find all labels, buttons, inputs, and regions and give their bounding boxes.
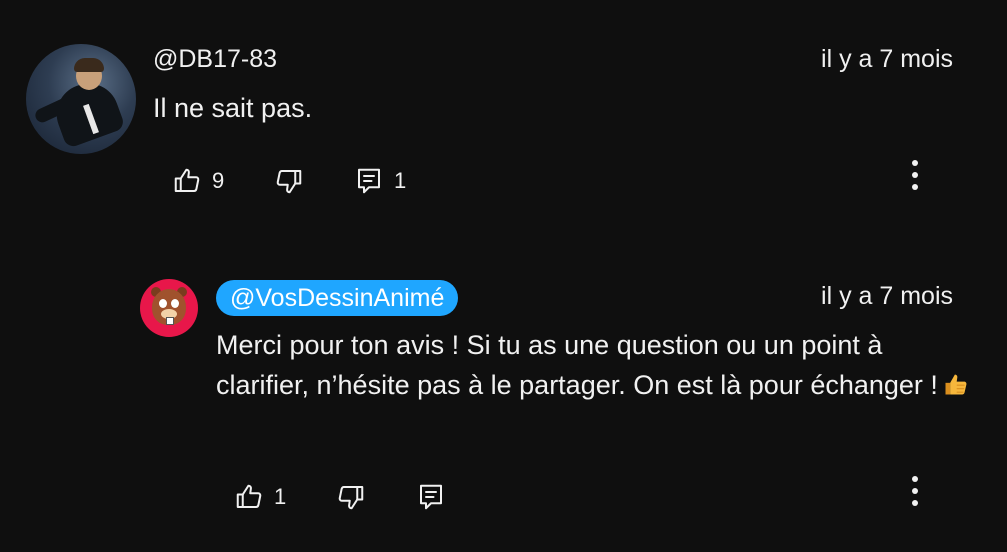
comment-actions: 9 1 (172, 164, 406, 198)
thumbs-down-icon (338, 486, 364, 510)
reply-button[interactable] (416, 480, 446, 514)
like-button[interactable]: 9 (172, 164, 274, 198)
like-count: 9 (212, 168, 225, 193)
thumbs-up-emoji (945, 374, 967, 395)
more-actions-button[interactable] (910, 476, 920, 516)
thumbs-up-icon (174, 168, 200, 192)
reply-timestamp[interactable]: il y a 7 mois (821, 282, 953, 311)
dislike-button[interactable] (336, 480, 416, 514)
comment-icon (358, 168, 380, 194)
reply-actions: 1 (234, 480, 446, 514)
reply-text: Merci pour ton avis ! Si tu as une quest… (216, 325, 976, 405)
more-actions-button[interactable] (910, 160, 920, 200)
more-vert-icon (912, 160, 918, 166)
thumbs-up-icon (236, 484, 262, 508)
thumbs-down-icon (276, 170, 302, 194)
creator-author-badge[interactable]: @VosDessinAnimé (216, 280, 459, 316)
reply-count: 1 (394, 168, 407, 193)
comments-thread: @DB17-83 il y a 7 mois Il ne sait pas. 9 (0, 0, 1007, 552)
replies-button[interactable]: 1 (354, 164, 406, 198)
comment: @DB17-83 il y a 7 mois Il ne sait pas. 9 (0, 0, 1007, 240)
reply-comment: @VosDessinAnimé il y a 7 mois Merci pour… (0, 260, 1007, 552)
dislike-button[interactable] (274, 164, 354, 198)
more-vert-icon (912, 476, 918, 482)
reply-text-content: Merci pour ton avis ! Si tu as une quest… (216, 330, 938, 400)
comment-timestamp[interactable]: il y a 7 mois (821, 45, 953, 74)
comment-text: Il ne sait pas. (153, 93, 313, 123)
avatar[interactable] (26, 44, 136, 154)
like-count: 1 (274, 484, 287, 509)
comment-author[interactable]: @DB17-83 (153, 45, 277, 74)
like-button[interactable]: 1 (234, 480, 336, 514)
avatar[interactable] (140, 279, 198, 337)
comment-icon (420, 484, 442, 510)
